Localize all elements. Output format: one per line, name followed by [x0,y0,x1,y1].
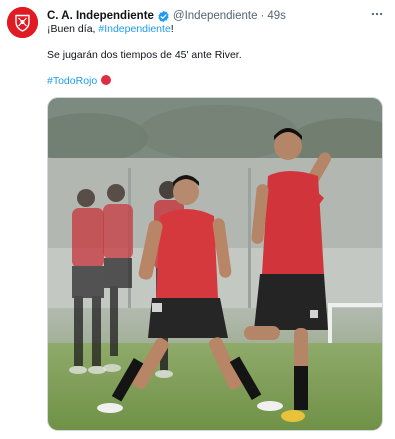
tweet-timestamp[interactable]: 49s [267,8,286,24]
more-options-icon[interactable] [369,6,385,22]
greeting-suffix: ! [170,23,174,35]
tweet-text-line-1: ¡Buen día, #Independiente! [47,22,174,36]
training-photo [48,98,382,430]
club-crest-icon [7,7,38,38]
hashtag-independiente[interactable]: #Independiente [98,23,170,35]
avatar[interactable] [7,7,38,38]
tweet-text-line-3: #TodoRojo [47,74,112,88]
separator-dot: · [260,10,265,22]
red-circle-emoji [101,75,112,85]
tweet: C. A. Independiente @Independiente · 49s… [0,0,395,439]
verified-badge-icon [157,10,170,23]
greeting-text: ¡Buen día, [47,23,99,35]
hashtag-todorojo[interactable]: #TodoRojo [47,75,97,87]
tweet-photo[interactable] [47,97,383,431]
user-handle[interactable]: @Independiente [173,8,258,24]
tweet-text-line-2: Se jugarán dos tiempos de 45' ante River… [47,49,242,61]
